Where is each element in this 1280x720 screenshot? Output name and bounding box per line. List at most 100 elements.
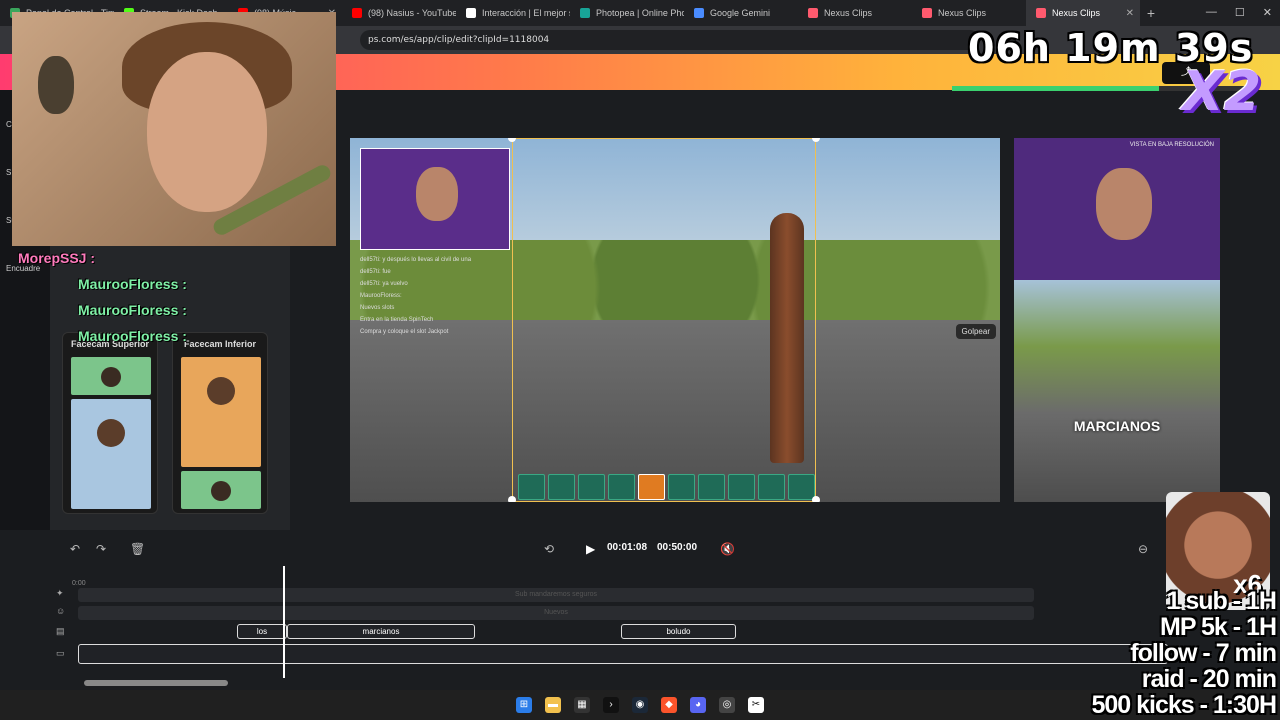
chat-line: Nuevos slots (360, 305, 395, 311)
chat-line: Entra en la tienda SpinTech (360, 317, 434, 323)
person-icon (211, 481, 231, 501)
restart-icon[interactable]: ⟲ (544, 542, 554, 556)
video-clip-segment[interactable] (78, 644, 1168, 664)
zoom-out-icon[interactable]: ⊖ (1138, 542, 1148, 556)
app-icon[interactable]: ▦ (574, 697, 590, 713)
obs-icon[interactable]: ◎ (719, 697, 735, 713)
sticker-icon[interactable]: ☺ (56, 606, 65, 616)
tab-label: Google Gemini (710, 8, 771, 18)
low-res-label: VISTA EN BAJA RESOLUCIÓN (1129, 142, 1214, 148)
timeline-scrollbar[interactable] (84, 680, 228, 686)
caption-segment[interactable]: boludo (621, 624, 736, 639)
close-icon[interactable]: ✕ (1126, 8, 1134, 19)
layout-thumb (71, 357, 151, 395)
current-time: 00:01:08 (607, 542, 648, 553)
tab-label: (98) Nasius - YouTube (368, 8, 456, 18)
capcut-icon[interactable]: ✂ (748, 697, 764, 713)
sidebar-label[interactable]: S (6, 168, 11, 177)
streamer-face (416, 167, 458, 221)
effects-icon[interactable]: ✦ (56, 588, 64, 599)
goal-line: raid - 20 min (1141, 665, 1277, 693)
tab-favicon-icon (580, 8, 590, 18)
timeline[interactable]: 0:00 ✦ ☺ ▤ ▭ Sub mandaremos seguros Nuev… (50, 566, 1180, 690)
mute-icon[interactable]: 🔇 (720, 542, 735, 556)
windows-start-icon[interactable]: ⊞ (516, 697, 532, 713)
minimize-icon[interactable]: — (1206, 6, 1217, 19)
caption-segment[interactable]: marcianos (287, 624, 475, 639)
playhead[interactable] (283, 566, 285, 678)
game-action-hint: Golpear (955, 324, 996, 339)
browser-tab[interactable]: Google Gemini (684, 0, 798, 26)
chat-line: dell57ti: y después lo llevas al civil d… (360, 257, 472, 263)
game-crop-box[interactable] (512, 138, 816, 502)
delete-icon[interactable]: 🗑 (130, 542, 145, 556)
tab-favicon-icon (808, 8, 818, 18)
streamer-face (1096, 168, 1152, 240)
layout-thumb (181, 357, 261, 467)
captions-icon[interactable]: ▤ (56, 626, 65, 637)
brave-icon[interactable]: ◆ (661, 697, 677, 713)
steam-icon[interactable]: ◉ (632, 697, 648, 713)
person-icon (97, 419, 125, 447)
close-icon[interactable]: ✕ (1263, 6, 1272, 19)
crop-handle[interactable] (812, 496, 820, 502)
sidebar-label[interactable]: C (6, 120, 12, 129)
video-track-icon[interactable]: ▭ (56, 648, 65, 659)
crop-handle[interactable] (508, 496, 516, 502)
overlay-chat-name: MorepSSJ : (18, 250, 96, 266)
goal-line: follow - 7 min (1130, 639, 1277, 667)
browser-tab-active[interactable]: Nexus Clips ✕ (1026, 0, 1140, 26)
overlay-chat-name: MaurooFloress : (78, 276, 187, 292)
discord-icon[interactable]: ◕ (690, 697, 706, 713)
layout-card-facecam-bottom[interactable]: Facecam Inferior (172, 332, 268, 514)
layout-card-facecam-top[interactable]: Facecam Superior (62, 332, 158, 514)
chat-line: Compra y coloque el slot Jackpot (360, 329, 449, 335)
maximize-icon[interactable]: ☐ (1235, 6, 1245, 19)
timer-progress-fill (952, 86, 1159, 91)
facecam-crop-box[interactable] (360, 148, 510, 250)
tab-favicon-icon (694, 8, 704, 18)
taskbar: ⊞ ▬ ▦ › ◉ ◆ ◕ ◎ ✂ (0, 690, 1280, 720)
video-canvas[interactable]: dell57ti: y después lo llevas al civil d… (350, 138, 1000, 502)
overlay-chat-name: MaurooFloress : (78, 302, 187, 318)
tab-label: Photopea | Online Pho (596, 8, 684, 18)
terminal-icon[interactable]: › (603, 697, 619, 713)
overlay-chat-name: MaurooFloress : (78, 328, 187, 344)
tab-label: Interacción | El mejor s (482, 8, 570, 18)
url-input[interactable]: ps.com/es/app/clip/edit?clipId=1118004 (360, 30, 980, 50)
redo-icon[interactable]: ↷ (96, 542, 106, 556)
play-icon[interactable]: ▶ (586, 542, 595, 556)
browser-tab[interactable]: (98) Nasius - YouTube (342, 0, 456, 26)
preview-gameplay (1014, 280, 1220, 502)
tab-favicon-icon (1036, 8, 1046, 18)
total-time: 00:50:00 (657, 542, 698, 553)
tab-favicon-icon (922, 8, 932, 18)
goal-line: MP 5k - 1H (1160, 613, 1277, 641)
goal-line: 500 kicks - 1:30H (1091, 691, 1277, 719)
chat-line: dell57ti: ya vuelvo (360, 281, 408, 287)
tab-label: Nexus Clips (1052, 8, 1101, 18)
person-icon (101, 367, 121, 387)
new-tab-button[interactable]: + (1140, 5, 1162, 21)
timeline-track[interactable]: Nuevos (78, 606, 1034, 620)
tab-label: Nexus Clips (824, 8, 873, 18)
streamer-face (147, 52, 267, 212)
browser-tab[interactable]: Nexus Clips (798, 0, 912, 26)
streamer-webcam (12, 12, 336, 246)
undo-icon[interactable]: ↶ (70, 542, 80, 556)
tab-favicon-icon (466, 8, 476, 18)
browser-tab[interactable]: Nexus Clips (912, 0, 1026, 26)
preview-facecam (1014, 138, 1220, 280)
tab-label: Nexus Clips (938, 8, 987, 18)
person-icon (207, 377, 235, 405)
timeline-start-tick: 0:00 (72, 580, 86, 587)
timeline-track[interactable]: Sub mandaremos seguros (78, 588, 1034, 602)
caption-segment[interactable]: los (237, 624, 287, 639)
goal-line: 1 sub - 1H (1166, 587, 1277, 615)
browser-tab[interactable]: Interacción | El mejor s (456, 0, 570, 26)
layout-thumb (71, 399, 151, 509)
browser-tab[interactable]: Photopea | Online Pho (570, 0, 684, 26)
window-controls: — ☐ ✕ (1206, 6, 1272, 19)
vertical-preview: VISTA EN BAJA RESOLUCIÓN MARCIANOS (1014, 138, 1220, 502)
file-explorer-icon[interactable]: ▬ (545, 697, 561, 713)
